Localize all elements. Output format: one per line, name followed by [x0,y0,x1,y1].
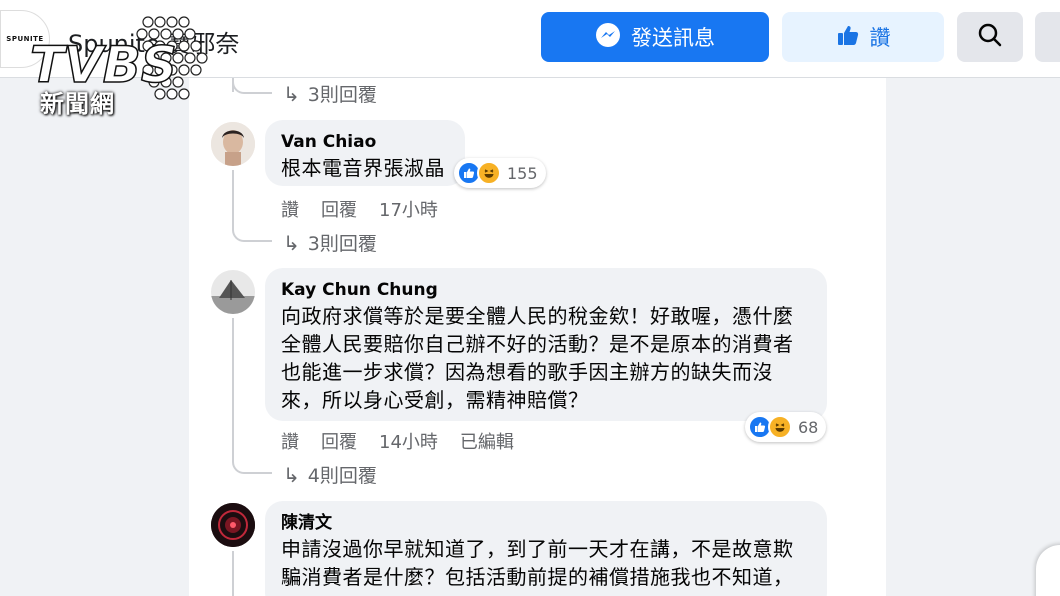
avatar[interactable] [211,122,255,166]
comment-text-line: 全體人民要賠你自己辦不好的活動？是不是原本的消費者 [281,332,794,356]
send-message-button[interactable]: 發送訊息 [541,12,769,62]
comment-actions: 讚 回覆 14小時 已編輯 [281,428,536,454]
reply-arrow-icon: ↳ [283,230,300,255]
thread-line [232,318,234,458]
edited-label: 已編輯 [459,432,514,453]
comment-text-line: 申請沒過你早就知道了，到了前一天才在講，不是故意欺 [281,537,794,561]
comment-text-line: 也能進一步求償？因為想看的歌手因主辦方的缺失而沒 [281,360,773,384]
comment-text-line: 騙消費者是什麼？包括活動前提的補償措施我也不知道， [281,565,794,589]
like-page-button[interactable]: 讚 [782,12,944,62]
reaction-count: 155 [507,163,538,183]
thread-line [232,170,234,224]
chat-launcher-button[interactable] [1036,545,1060,596]
page-avatar[interactable]: SPUNITE [0,10,50,68]
view-replies-link[interactable]: ↳ 3則回覆 [283,80,377,107]
comment-bubble: Van Chiao 根本電音界張淑晶 [265,120,465,186]
comment-timestamp[interactable]: 14小時 [379,428,438,454]
thread-connector [232,450,272,474]
search-button[interactable] [957,12,1023,62]
view-replies-label: 3則回覆 [307,84,377,106]
view-replies-link[interactable]: ↳ 4則回覆 [283,461,377,488]
view-replies-link[interactable]: ↳ 3則回覆 [283,229,377,256]
reaction-summary[interactable]: 155 [454,158,546,188]
thread-connector [232,218,272,242]
tvbs-logo-subtitle: 新聞網 [40,90,115,118]
comments-panel: ↳ 3則回覆 Van Chiao 根本電音界張淑晶 155 讚 回覆 17小時 … [189,78,886,596]
haha-reaction-icon [768,415,792,439]
avatar[interactable] [211,503,255,547]
thumbs-up-icon [836,23,860,52]
comment-text-line: 向政府求償等於是要全體人民的稅金欸！好敢喔，憑什麼 [281,304,794,328]
like-comment-button[interactable]: 讚 [281,196,299,222]
reaction-summary[interactable]: 68 [745,412,827,442]
reply-comment-button[interactable]: 回覆 [321,428,357,454]
send-message-label: 發送訊息 [631,26,715,50]
haha-reaction-icon [477,161,501,185]
like-comment-button[interactable]: 讚 [281,428,299,454]
comment-actions: 讚 回覆 17小時 [281,196,460,222]
comment-bubble: Kay Chun Chung 向政府求償等於是要全體人民的稅金欸！好敢喔，憑什麼… [265,268,827,421]
reply-arrow-icon: ↳ [283,81,300,106]
thread-line [232,551,234,596]
more-options-button[interactable] [1035,12,1060,62]
comment-author[interactable]: Kay Chun Chung [281,278,811,302]
view-replies-label: 3則回覆 [307,233,377,255]
page-avatar-logo-text: SPUNITE [6,35,44,43]
comment-text: 根本電音界張淑晶 [281,156,445,180]
view-replies-label: 4則回覆 [307,465,377,487]
messenger-icon [595,22,621,53]
page-name[interactable]: Spunite 寶邪奈 [68,24,239,59]
like-page-label: 讚 [869,26,891,50]
page-header: SPUNITE Spunite 寶邪奈 發送訊息 讚 [0,0,1060,78]
comment-author[interactable]: 陳清文 [281,511,811,535]
reply-arrow-icon: ↳ [283,462,300,487]
reaction-count: 68 [798,417,819,437]
thread-connector [232,78,272,94]
comment-timestamp[interactable]: 17小時 [379,196,438,222]
avatar[interactable] [211,270,255,314]
comment-author[interactable]: Van Chiao [281,130,449,154]
search-icon [977,22,1003,53]
comment-text-line: 來，所以身心受創，需精神賠償？ [281,388,589,412]
comment-bubble: 陳清文 申請沒過你早就知道了，到了前一天才在講，不是故意欺 騙消費者是什麼？包括… [265,501,827,596]
reply-comment-button[interactable]: 回覆 [321,196,357,222]
